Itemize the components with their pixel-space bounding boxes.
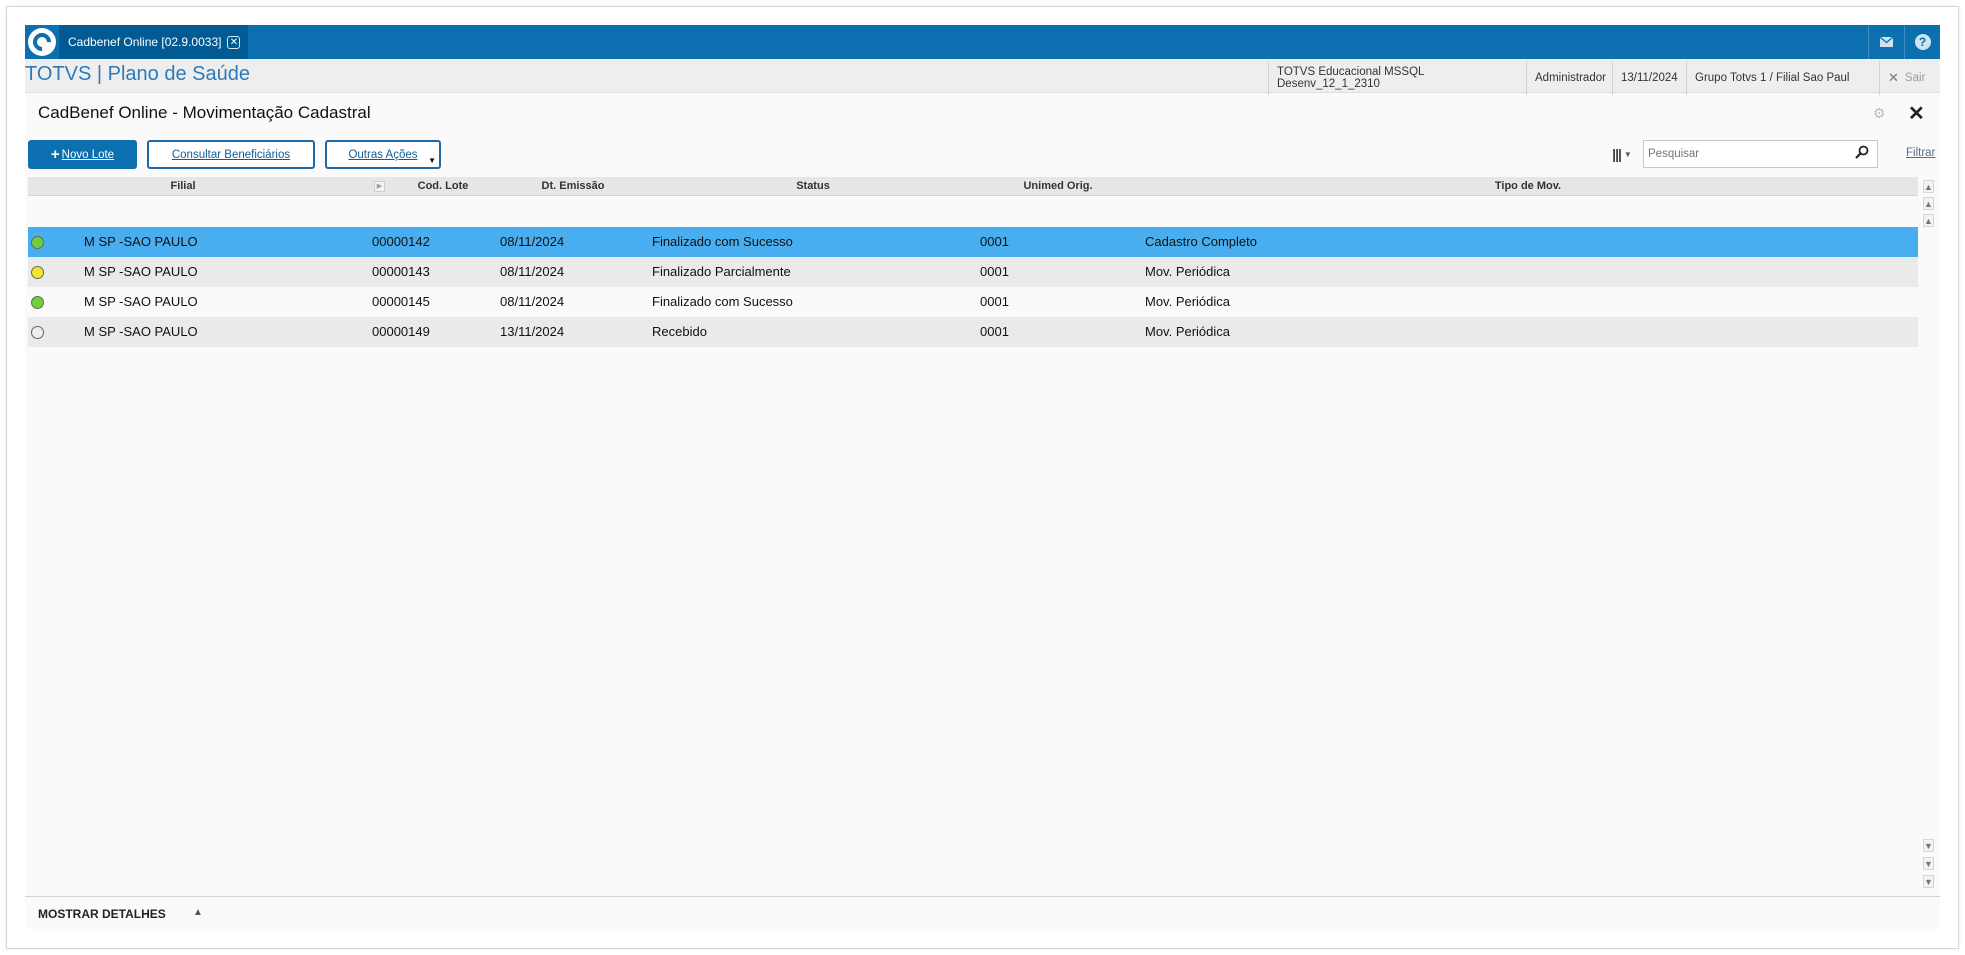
cell-tipo-mov: Mov. Periódica bbox=[1145, 294, 1231, 309]
scroll-page-down-icon[interactable]: ▼ bbox=[1923, 857, 1934, 870]
exit-button[interactable]: ✕ Sair bbox=[1879, 61, 1940, 95]
cell-status: Finalizado Parcialmente bbox=[652, 264, 791, 279]
show-details-toggle[interactable]: MOSTRAR DETALHES bbox=[38, 907, 166, 921]
cell-dt-emissao: 08/11/2024 bbox=[500, 234, 565, 249]
more-actions-label: Outras Ações bbox=[348, 148, 418, 161]
details-panel: MOSTRAR DETALHES ▲ bbox=[25, 896, 1940, 929]
consult-beneficiaries-button[interactable]: Consultar Beneficiários bbox=[147, 140, 315, 169]
top-bar: Cadbenef Online [02.9.0033] ✕ ? bbox=[25, 25, 1940, 59]
cell-unimed-orig: 0001 bbox=[980, 294, 1009, 309]
environment-info[interactable]: TOTVS Educacional MSSQL Desenv_12_1_2310 bbox=[1268, 61, 1526, 95]
close-icon: ✕ bbox=[1888, 70, 1899, 85]
cell-filial: M SP -SAO PAULO bbox=[84, 324, 198, 339]
cell-dt-emissao: 08/11/2024 bbox=[500, 294, 565, 309]
table-row[interactable]: M SP -SAO PAULO 00000149 13/11/2024 Rece… bbox=[28, 317, 1918, 347]
info-bar: TOTVS | Plano de Saúde TOTVS Educacional… bbox=[25, 59, 1940, 95]
cell-cod-lote: 00000142 bbox=[372, 234, 430, 249]
column-header-tipo-mov[interactable]: Tipo de Mov. bbox=[1138, 177, 1918, 196]
date-info[interactable]: 13/11/2024 bbox=[1612, 61, 1686, 95]
group-info[interactable]: Grupo Totvs 1 / Filial Sao Paul bbox=[1686, 61, 1849, 95]
help-button[interactable]: ? bbox=[1904, 25, 1940, 59]
table-row[interactable]: M SP -SAO PAULO 00000142 08/11/2024 Fina… bbox=[28, 227, 1918, 257]
cell-filial: M SP -SAO PAULO bbox=[84, 294, 198, 309]
cell-cod-lote: 00000149 bbox=[372, 324, 430, 339]
cell-dt-emissao: 13/11/2024 bbox=[500, 324, 565, 339]
exit-label: Sair bbox=[1904, 72, 1926, 84]
tab-label: Cadbenef Online [02.9.0033] bbox=[68, 35, 222, 49]
table-row[interactable]: M SP -SAO PAULO 00000145 08/11/2024 Fina… bbox=[28, 287, 1918, 317]
column-header-status[interactable]: Status bbox=[648, 177, 978, 196]
cell-status: Recebido bbox=[652, 324, 707, 339]
chevron-down-icon: ▼ bbox=[428, 156, 436, 165]
status-indicator-icon bbox=[31, 296, 44, 309]
cell-unimed-orig: 0001 bbox=[980, 264, 1009, 279]
column-header-unimed-orig[interactable]: Unimed Orig. bbox=[978, 177, 1138, 196]
help-icon: ? bbox=[1914, 34, 1931, 50]
search-box bbox=[1643, 140, 1878, 168]
table-row[interactable]: M SP -SAO PAULO 00000143 08/11/2024 Fina… bbox=[28, 257, 1918, 287]
tab-close-icon[interactable]: ✕ bbox=[227, 35, 241, 49]
cell-tipo-mov: Mov. Periódica bbox=[1145, 324, 1231, 339]
cell-tipo-mov: Cadastro Completo bbox=[1145, 234, 1257, 249]
brand-title: TOTVS | Plano de Saúde bbox=[25, 63, 250, 85]
scroll-page-up-icon[interactable]: ▲ bbox=[1923, 197, 1934, 210]
search-input[interactable] bbox=[1644, 148, 1849, 160]
more-actions-button[interactable]: Outras Ações ▼ bbox=[325, 140, 441, 169]
vertical-scrollbar[interactable]: ▲ ▲ ▲ ▼ ▼ ▼ bbox=[1920, 177, 1938, 895]
columns-icon: ||| bbox=[1612, 146, 1622, 162]
cell-cod-lote: 00000143 bbox=[372, 264, 430, 279]
chevron-down-icon: ▼ bbox=[1623, 149, 1632, 159]
status-indicator-icon bbox=[31, 266, 44, 279]
cell-unimed-orig: 0001 bbox=[980, 324, 1009, 339]
sort-icon[interactable]: ▶ bbox=[374, 181, 385, 192]
tab-cadbenef-online[interactable]: Cadbenef Online [02.9.0033] ✕ bbox=[59, 25, 249, 59]
cell-dt-emissao: 08/11/2024 bbox=[500, 264, 565, 279]
mail-icon bbox=[1880, 37, 1893, 47]
batch-table: Filial ▶ Cod. Lote Dt. Emissão Status Un… bbox=[28, 177, 1918, 895]
app-container: Cadbenef Online [02.9.0033] ✕ ? TOTVS | … bbox=[25, 25, 1940, 929]
cell-filial: M SP -SAO PAULO bbox=[84, 264, 198, 279]
scroll-up-icon[interactable]: ▲ bbox=[1923, 214, 1934, 227]
new-batch-button[interactable]: + Novo Lote bbox=[28, 140, 137, 169]
column-header-cod-lote[interactable]: Cod. Lote bbox=[388, 177, 498, 196]
cell-status: Finalizado com Sucesso bbox=[652, 234, 793, 249]
filter-link[interactable]: Filtrar bbox=[1906, 147, 1935, 159]
column-header-dt-emissao[interactable]: Dt. Emissão bbox=[498, 177, 648, 196]
chevron-up-icon[interactable]: ▲ bbox=[193, 907, 203, 918]
cell-status: Finalizado com Sucesso bbox=[652, 294, 793, 309]
cell-cod-lote: 00000145 bbox=[372, 294, 430, 309]
new-batch-label: Novo Lote bbox=[61, 148, 115, 161]
column-header-filial[interactable]: Filial bbox=[28, 177, 338, 196]
close-page-icon[interactable]: ✕ bbox=[1908, 101, 1925, 126]
gear-icon[interactable]: ⚙ bbox=[1873, 105, 1886, 122]
cell-tipo-mov: Mov. Periódica bbox=[1145, 264, 1231, 279]
status-indicator-icon bbox=[31, 236, 44, 249]
status-indicator-icon bbox=[31, 326, 44, 339]
page-title: CadBenef Online - Movimentação Cadastral bbox=[38, 103, 371, 122]
scroll-bottom-icon[interactable]: ▼ bbox=[1923, 875, 1934, 888]
totvs-logo-icon[interactable] bbox=[28, 28, 56, 56]
cell-unimed-orig: 0001 bbox=[980, 234, 1009, 249]
search-icon[interactable] bbox=[1855, 145, 1869, 163]
plus-icon: + bbox=[50, 146, 60, 163]
table-header: Filial ▶ Cod. Lote Dt. Emissão Status Un… bbox=[28, 177, 1918, 196]
column-selector-button[interactable]: ||| ▼ bbox=[1603, 141, 1641, 167]
user-info[interactable]: Administrador bbox=[1526, 61, 1612, 95]
cell-filial: M SP -SAO PAULO bbox=[84, 234, 198, 249]
scroll-down-icon[interactable]: ▼ bbox=[1923, 839, 1934, 852]
mail-button[interactable] bbox=[1868, 25, 1904, 59]
scroll-top-icon[interactable]: ▲ bbox=[1923, 180, 1934, 193]
